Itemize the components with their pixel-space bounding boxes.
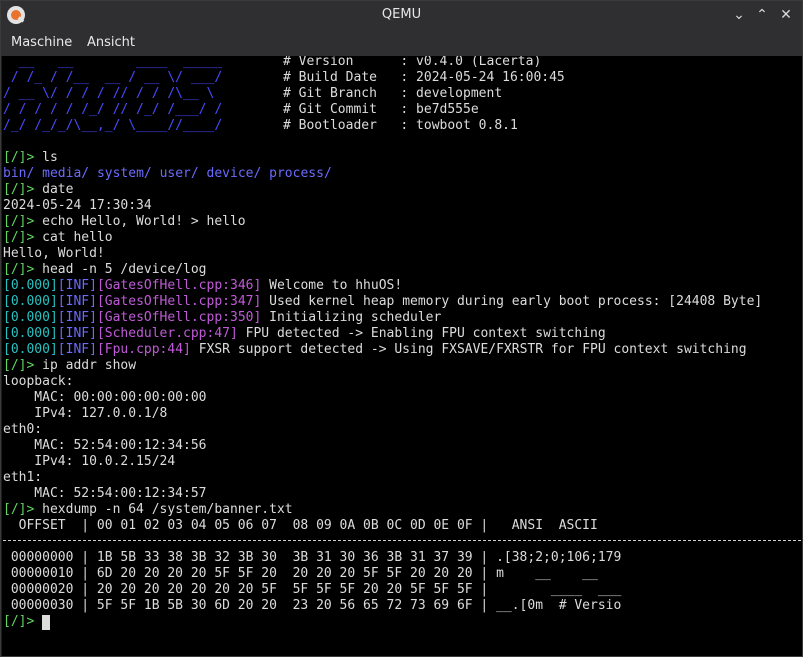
log-source: [GatesOfHell.cpp:346] — [96, 278, 262, 293]
qemu-window: QEMU ⌄ ⌃ ✕ Maschine Ansicht __ __ ____ _… — [0, 0, 803, 657]
command-line: [/]> head -n 5 /device/log — [3, 262, 207, 278]
command-text: date — [42, 182, 74, 197]
hexdump-row: 00000010 | 6D 20 20 20 20 5F 5F 20 20 20… — [3, 566, 622, 581]
banner-info-git-branch: # Git Branch : development — [283, 86, 503, 101]
menu-maschine[interactable]: Maschine — [11, 35, 72, 50]
banner-info-bootloader: # Bootloader : towboot 0.8.1 — [283, 118, 518, 133]
banner-logo-line: /_/ /_/_/\__,_/ \____//____/ — [3, 118, 238, 133]
ls-output: bin/ media/ system/ user/ device/ proces… — [3, 166, 332, 182]
log-message: FPU detected -> Enabling FPU context swi… — [245, 326, 606, 341]
log-level: [INF] — [57, 294, 97, 309]
log-line: [0.000][INF][Fpu.cpp:44] FXSR support de… — [3, 342, 747, 358]
window-title: QEMU — [381, 7, 422, 22]
prompt: [/]> — [3, 182, 35, 197]
dir-entry: process/ — [269, 166, 332, 181]
current-prompt-line[interactable]: [/]> — [3, 614, 51, 630]
log-level: [INF] — [57, 310, 97, 325]
log-time: [0.000] — [3, 278, 58, 293]
log-time: [0.000] — [3, 310, 58, 325]
close-icon: ✕ — [780, 7, 792, 23]
banner-info-version: # Version : v0.4.0 (Lacerta) — [283, 56, 542, 69]
prompt: [/]> — [3, 262, 35, 277]
command-line: [/]> hexdump -n 64 /system/banner.txt — [3, 502, 293, 518]
ip-output-line: MAC: 52:54:00:12:34:57 — [3, 486, 207, 501]
ip-output-line: eth0: — [3, 422, 43, 437]
ip-output-line: MAC: 00:00:00:00:00:00 — [3, 390, 207, 405]
hexdump-divider — [3, 540, 801, 542]
log-level: [INF] — [57, 278, 97, 293]
dir-entry: bin/ — [3, 166, 35, 181]
command-text: head -n 5 /device/log — [42, 262, 207, 277]
menu-bar: Maschine Ansicht — [1, 30, 802, 56]
maximize-button[interactable]: ⌃ — [752, 5, 772, 25]
prompt: [/]> — [3, 358, 35, 373]
command-line: [/]> date — [3, 182, 73, 198]
hexdump-row: 00000030 | 5F 5F 1B 5B 30 6D 20 20 23 20… — [3, 598, 622, 613]
ip-output-line: eth1: — [3, 470, 43, 485]
banner-logo-line: / __ \/ / / / // / / /\__ \ — [3, 86, 230, 101]
close-button[interactable]: ✕ — [776, 5, 796, 25]
log-level: [INF] — [57, 342, 97, 357]
log-time: [0.000] — [3, 326, 58, 341]
ip-output-line: MAC: 52:54:00:12:34:56 — [3, 438, 207, 453]
log-source: [Scheduler.cpp:47] — [96, 326, 238, 341]
dir-entry: device/ — [206, 166, 262, 181]
text-cursor — [42, 615, 51, 630]
chevron-down-icon: ⌄ — [733, 7, 745, 23]
title-bar: QEMU ⌄ ⌃ ✕ — [1, 1, 802, 30]
command-text: ip addr show — [42, 358, 137, 373]
prompt: [/]> — [3, 230, 35, 245]
dir-entry: user/ — [159, 166, 199, 181]
banner-logo-line: / /_ / /__ __ / __ \/ ___/ — [3, 70, 230, 85]
command-line: [/]> ls — [3, 150, 58, 166]
log-line: [0.000][INF][GatesOfHell.cpp:350] Initia… — [3, 310, 441, 326]
dir-entry: system/ — [96, 166, 152, 181]
banner-info-git-commit: # Git Commit : be7d555e — [283, 102, 479, 117]
prompt: [/]> — [3, 502, 35, 517]
command-text: cat hello — [42, 230, 113, 245]
hexdump-row: 00000020 | 20 20 20 20 20 20 20 5F 5F 5F… — [3, 582, 622, 597]
menu-ansicht[interactable]: Ansicht — [87, 35, 135, 50]
log-level: [INF] — [57, 326, 97, 341]
prompt: [/]> — [3, 150, 35, 165]
terminal-screen[interactable]: __ __ ____ _____ / /_ / /__ __ / __ \/ _… — [2, 56, 802, 656]
command-text: echo Hello, World! > hello — [42, 214, 246, 229]
command-line: [/]> echo Hello, World! > hello — [3, 214, 246, 230]
log-source: [GatesOfHell.cpp:347] — [96, 294, 262, 309]
log-line: [0.000][INF][Scheduler.cpp:47] FPU detec… — [3, 326, 606, 342]
ip-output-line: IPv4: 10.0.2.15/24 — [3, 454, 176, 469]
banner-logo-line: / / / / / /_/ // /_/ /___/ / — [3, 102, 238, 117]
log-message: FXSR support detected -> Using FXSAVE/FX… — [198, 342, 747, 357]
chevron-up-icon: ⌃ — [756, 7, 768, 23]
prompt: [/]> — [3, 614, 35, 629]
banner-info-build-date: # Build Date : 2024-05-24 16:00:45 — [283, 70, 565, 85]
banner-logo-line: __ __ ____ _____ — [3, 56, 230, 69]
ip-output-line: loopback: — [3, 374, 74, 389]
command-line: [/]> cat hello — [3, 230, 113, 246]
hexdump-row: 00000000 | 1B 5B 33 38 3B 32 3B 30 3B 31… — [3, 550, 622, 565]
command-text: hexdump -n 64 /system/banner.txt — [42, 502, 293, 517]
command-line: [/]> ip addr show — [3, 358, 136, 374]
log-line: [0.000][INF][GatesOfHell.cpp:346] Welcom… — [3, 278, 402, 294]
log-message: Initializing scheduler — [269, 310, 442, 325]
log-time: [0.000] — [3, 342, 58, 357]
ip-output-line: IPv4: 127.0.0.1/8 — [3, 406, 168, 421]
command-text: ls — [42, 150, 58, 165]
log-source: [Fpu.cpp:44] — [96, 342, 191, 357]
log-line: [0.000][INF][GatesOfHell.cpp:347] Used k… — [3, 294, 762, 310]
date-output: 2024-05-24 17:30:34 — [3, 198, 152, 213]
cat-output: Hello, World! — [3, 246, 105, 261]
log-time: [0.000] — [3, 294, 58, 309]
log-message: Used kernel heap memory during early boo… — [269, 294, 763, 309]
minimize-button[interactable]: ⌄ — [729, 5, 749, 25]
log-message: Welcome to hhuOS! — [269, 278, 403, 293]
hexdump-header: OFFSET | 00 01 02 03 04 05 06 07 08 09 0… — [3, 518, 598, 533]
log-source: [GatesOfHell.cpp:350] — [96, 310, 262, 325]
dir-entry: media/ — [42, 166, 90, 181]
prompt: [/]> — [3, 214, 35, 229]
